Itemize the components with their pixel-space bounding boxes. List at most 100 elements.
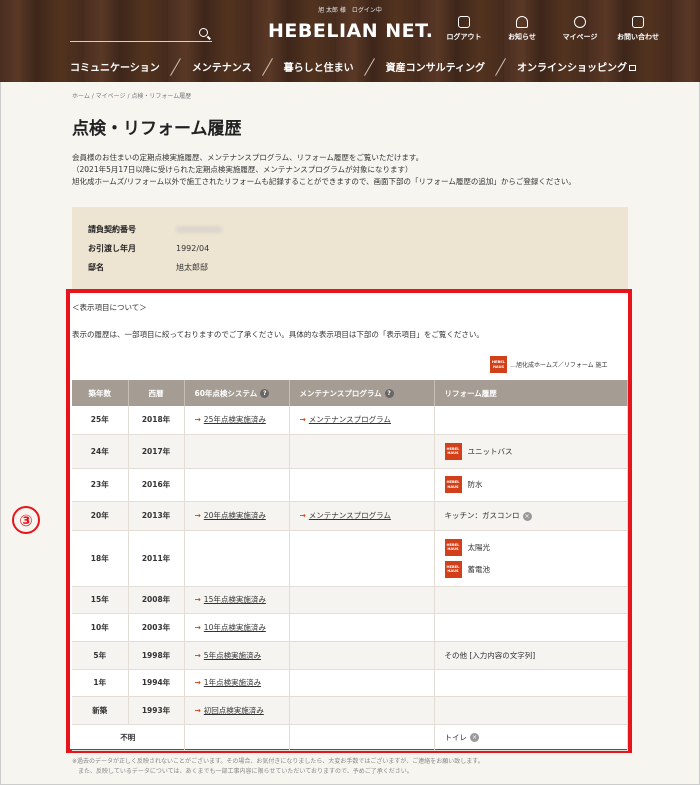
remove-icon[interactable]: × [470, 733, 479, 742]
external-link-icon [629, 64, 637, 71]
inspection-cell [184, 434, 290, 469]
footnote-line: ※過去のデータが正しく反映されないことがございます。その場合、お気付きになりまし… [72, 758, 484, 765]
reform-cell: その他 [入力内容の文字列] [434, 641, 628, 670]
inspection-link[interactable]: 20年点検実施済み [204, 511, 266, 520]
inspection-link[interactable]: 初回点検実施済み [204, 706, 264, 715]
reform-item: 太陽光 [467, 542, 491, 552]
about-title: ＜表示項目について＞ [72, 303, 147, 312]
inspection-link[interactable]: 1年点検実施済み [204, 678, 261, 687]
reform-item: トイレ [444, 732, 468, 742]
breadcrumb[interactable]: ホーム / マイページ / 点検・リフォーム履歴 [72, 91, 191, 100]
reform-item: キッチン：ガスコンロ [444, 511, 520, 520]
table-row: 5年 1998年 → 5年点検実施済み その他 [入力内容の文字列] [72, 641, 628, 670]
year-cell: 1998年 [128, 641, 185, 670]
age-cell: 1年 [72, 669, 129, 697]
age-cell: 20年 [72, 501, 129, 531]
callout-marker: ③ [12, 506, 40, 534]
year-cell: 2008年 [128, 586, 185, 614]
inspection-link[interactable]: 5年点検実施済み [204, 651, 261, 660]
help-icon[interactable]: ? [384, 389, 394, 398]
col-reform: リフォーム履歴 [434, 380, 628, 406]
nav-communication[interactable]: コミュニケーション [70, 59, 160, 74]
nav-maintenance[interactable]: メンテナンス [192, 59, 252, 74]
maintenance-link[interactable]: メンテナンスプログラム [309, 511, 391, 520]
reform-item: 蓄電池 [467, 564, 491, 574]
mypage-button[interactable]: マイページ [558, 16, 602, 42]
year-cell: 2016年 [128, 468, 185, 502]
remove-icon[interactable]: × [522, 511, 532, 521]
age-cell: 不明 [72, 724, 185, 751]
bell-icon [516, 16, 528, 28]
maintenance-cell [289, 613, 435, 642]
site-logo[interactable]: HEBELIAN NET. [268, 20, 433, 42]
mypage-label: マイページ [562, 33, 598, 41]
contract-value-redacted [176, 226, 222, 233]
contact-button[interactable]: お問い合わせ [616, 16, 660, 42]
year-cell: 2018年 [128, 406, 185, 435]
maintenance-cell [289, 530, 435, 587]
notice-button[interactable]: お知らせ [500, 16, 544, 42]
history-table: 築年数 西暦 60年点検システム? メンテナンスプログラム? リフォーム履歴 2… [72, 380, 628, 751]
nav-consulting[interactable]: 資産コンサルティング [386, 59, 485, 74]
table-row: 18年 2011年 HEBEL HAUS 太陽光 HEBEL HAUS 蓄電池 [72, 530, 628, 587]
reform-item: 防水 [467, 480, 483, 489]
hebel-haus-logo: HEBEL HAUS [490, 356, 507, 373]
inspection-cell: → 初回点検実施済み [184, 696, 290, 725]
table-row: 10年 2003年 → 10年点検実施済み [72, 613, 628, 642]
movein-label: お引渡し年月 [88, 244, 136, 253]
table-row: 1年 1994年 → 1年点検実施済み [72, 669, 628, 697]
maintenance-cell [289, 669, 435, 697]
inspection-link[interactable]: 10年点検実施済み [204, 623, 266, 632]
reform-cell [434, 696, 628, 725]
reform-cell: キッチン：ガスコンロ × [434, 501, 628, 531]
age-cell: 23年 [72, 468, 129, 502]
arrow-right-icon: → [194, 595, 201, 604]
nav-living[interactable]: 暮らしと住まい [284, 59, 354, 74]
arrow-right-icon: → [194, 622, 201, 632]
maintenance-cell [289, 586, 435, 614]
house-name-label: 邸名 [88, 263, 104, 272]
nav-divider [166, 58, 186, 74]
maintenance-link[interactable]: メンテナンスプログラム [309, 415, 391, 424]
year-cell: 1993年 [128, 696, 185, 725]
age-cell: 10年 [72, 613, 129, 642]
table-header-row: 築年数 西暦 60年点検システム? メンテナンスプログラム? リフォーム履歴 [72, 380, 628, 406]
hebel-haus-logo: HEBEL HAUS [444, 476, 462, 493]
age-cell: 新築 [72, 696, 129, 725]
reform-item: ユニットバス [467, 446, 513, 456]
col-inspection: 60年点検システム? [184, 380, 290, 406]
search-input[interactable] [70, 26, 212, 42]
maintenance-cell [289, 468, 435, 502]
year-cell: 1994年 [128, 669, 185, 697]
nav-shopping[interactable]: オンラインショッピング [517, 59, 637, 74]
arrow-right-icon: → [194, 650, 201, 660]
inspection-cell: → 5年点検実施済み [184, 641, 290, 670]
table-row: 25年 2018年 → 25年点検実施済み → メンテナンスプログラム [72, 406, 628, 435]
inspection-link[interactable]: 25年点検実施済み [204, 415, 266, 424]
contact-label: お問い合わせ [617, 33, 659, 41]
help-icon[interactable]: ? [260, 389, 270, 398]
maintenance-cell [289, 641, 435, 670]
page-title: 点検・リフォーム履歴 [72, 119, 242, 139]
logout-icon [458, 16, 470, 28]
maintenance-cell: → メンテナンスプログラム [289, 406, 435, 435]
search-icon[interactable] [199, 28, 208, 37]
table-row: 20年 2013年 → 20年点検実施済み → メンテナンスプログラム キッチン：ガ… [72, 501, 628, 531]
age-cell: 25年 [72, 406, 129, 435]
intro-line: 旭化成ホームズ/リフォーム以外で施工されたリフォームも記録することができますので… [72, 177, 576, 186]
year-cell: 2017年 [128, 434, 185, 469]
logout-button[interactable]: ログアウト [442, 16, 486, 42]
inspection-cell [184, 530, 290, 587]
contract-label: 請負契約番号 [88, 225, 136, 234]
maintenance-cell [289, 434, 435, 469]
footnote: ※過去のデータが正しく反映されないことがございます。その場合、お気付きになりまし… [72, 757, 484, 777]
maintenance-cell: → メンテナンスプログラム [289, 501, 435, 531]
reform-cell: HEBEL HAUS 防水 [434, 468, 628, 502]
inspection-cell [184, 468, 290, 502]
reform-cell: トイレ × [434, 724, 628, 751]
site-header: 旭 太郎 様 ログイン中 HEBELIAN NET. ログアウト お知らせ マイ… [0, 0, 700, 82]
age-cell: 15年 [72, 586, 129, 614]
inspection-link[interactable]: 15年点検実施済み [204, 595, 266, 604]
hebel-haus-logo: HEBEL HAUS [444, 442, 462, 460]
hebel-haus-logo: HEBEL HAUS [444, 560, 462, 578]
